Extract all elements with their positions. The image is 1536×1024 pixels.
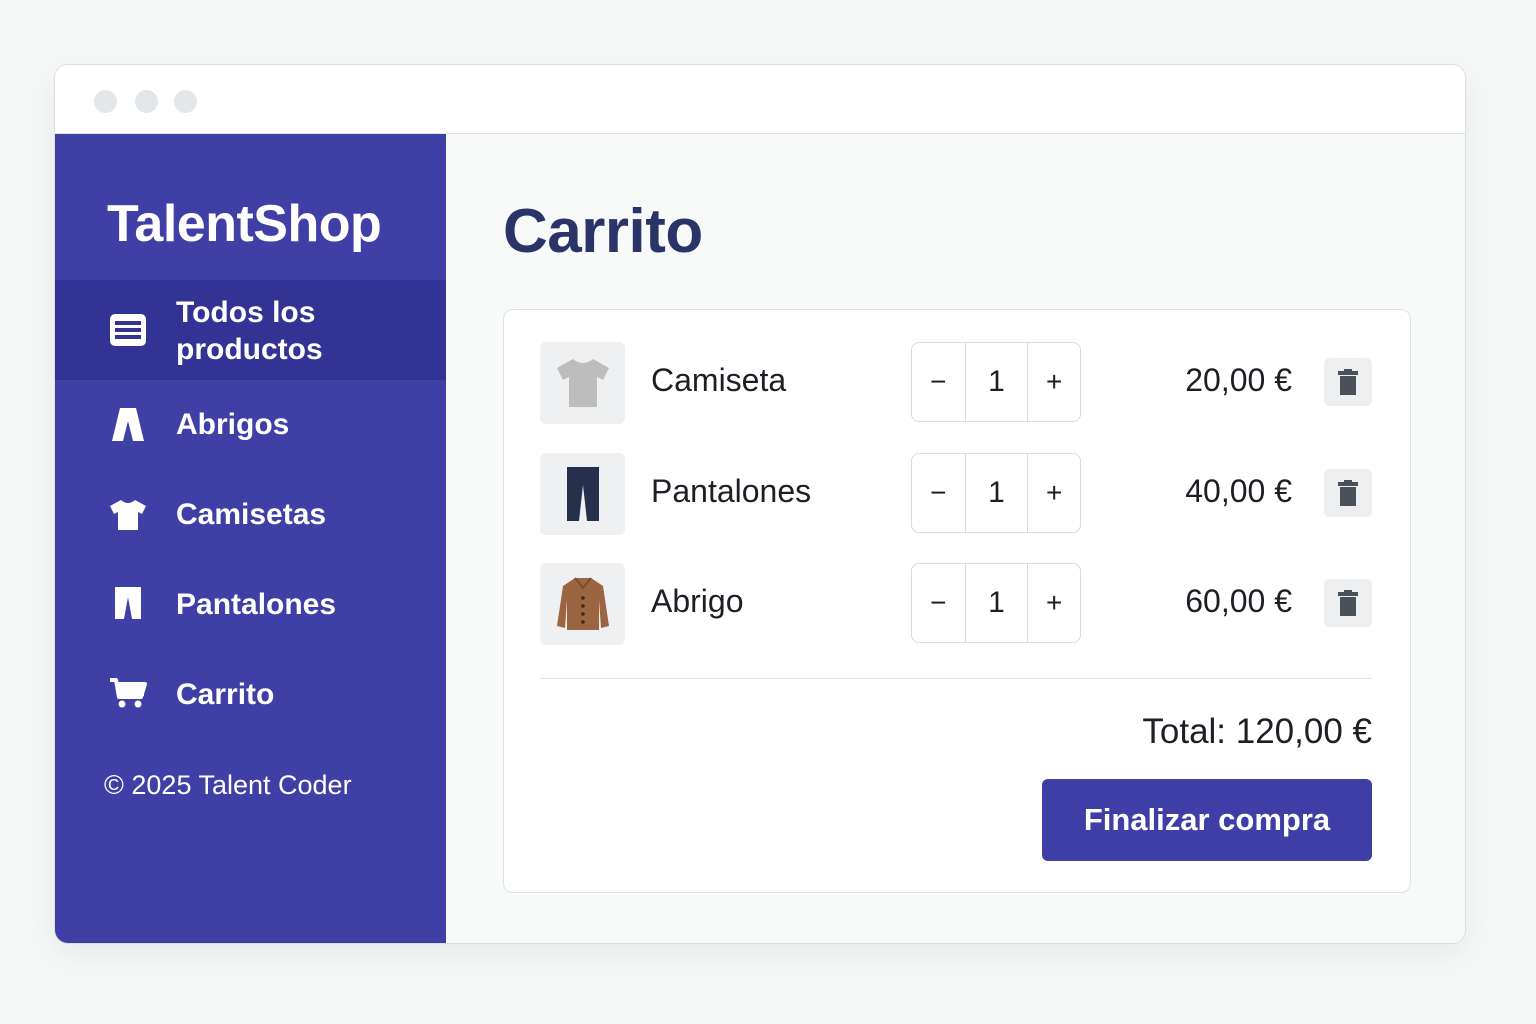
increment-button[interactable]: +	[1028, 454, 1080, 532]
quantity-value[interactable]: 1	[964, 343, 1029, 421]
sidebar-item-label: Pantalones	[176, 588, 337, 621]
product-price: 60,00 €	[1185, 583, 1292, 619]
increment-button[interactable]: +	[1028, 564, 1080, 642]
sidebar-item-abrigos[interactable]: Abrigos	[55, 380, 446, 470]
brand-logo[interactable]: TalentShop	[107, 194, 382, 254]
window-titlebar	[55, 65, 1465, 134]
cart-card: Camiseta − 1 + 20,00 € Pantalones − 1 + …	[503, 309, 1411, 893]
trash-icon	[1338, 480, 1358, 506]
cart-divider	[540, 678, 1372, 679]
sidebar-item-label-line1: Todos los	[176, 296, 316, 329]
browser-window: TalentShop Todos los productos Abrigos C…	[54, 64, 1466, 944]
sidebar-item-todos-los-productos[interactable]: Todos los productos	[55, 280, 446, 380]
product-price: 20,00 €	[1185, 362, 1292, 398]
quantity-value[interactable]: 1	[964, 564, 1029, 642]
sidebar-item-pantalones[interactable]: Pantalones	[55, 560, 446, 650]
sidebar-item-camisetas[interactable]: Camisetas	[55, 470, 446, 560]
checkout-button[interactable]: Finalizar compra	[1042, 779, 1372, 861]
quantity-stepper: − 1 +	[911, 453, 1081, 533]
product-name: Pantalones	[651, 473, 812, 509]
sidebar-item-label-line2: productos	[176, 333, 323, 366]
product-price: 40,00 €	[1185, 473, 1292, 509]
sidebar-item-label: Camisetas	[176, 498, 327, 531]
product-name: Camiseta	[651, 362, 787, 398]
sidebar-item-carrito[interactable]: Carrito	[55, 650, 446, 740]
coat-image	[540, 563, 625, 645]
tshirt-icon	[109, 496, 147, 534]
sidebar: TalentShop Todos los productos Abrigos C…	[55, 134, 446, 943]
cart-total: Total: 120,00 €	[1142, 712, 1372, 751]
delete-button[interactable]	[1324, 579, 1372, 627]
window-close-dot[interactable]	[94, 90, 117, 113]
window-minimize-dot[interactable]	[135, 90, 158, 113]
list-icon	[109, 311, 147, 349]
footer-copyright: © 2025 Talent Coder	[104, 770, 352, 800]
sidebar-item-label: Abrigos	[176, 408, 290, 441]
coat-icon	[109, 406, 147, 444]
tshirt-image	[540, 342, 625, 424]
decrement-button[interactable]: −	[912, 343, 965, 421]
cart-row: Camiseta − 1 + 20,00 €	[540, 342, 1372, 424]
sidebar-item-label: Todos los productos	[176, 294, 323, 368]
increment-button[interactable]: +	[1028, 343, 1080, 421]
decrement-button[interactable]: −	[912, 564, 965, 642]
pants-icon	[109, 584, 147, 622]
cart-row: Abrigo − 1 + 60,00 €	[540, 563, 1372, 645]
quantity-value[interactable]: 1	[964, 454, 1029, 532]
window-maximize-dot[interactable]	[174, 90, 197, 113]
quantity-stepper: − 1 +	[911, 342, 1081, 422]
decrement-button[interactable]: −	[912, 454, 965, 532]
product-name: Abrigo	[651, 583, 744, 619]
trash-icon	[1338, 369, 1358, 395]
cart-icon	[109, 674, 147, 712]
delete-button[interactable]	[1324, 358, 1372, 406]
main-content: Carrito Camiseta − 1 + 20,00 € Pantalone…	[446, 134, 1465, 943]
delete-button[interactable]	[1324, 469, 1372, 517]
pants-image	[540, 453, 625, 535]
page-title: Carrito	[503, 197, 703, 266]
quantity-stepper: − 1 +	[911, 563, 1081, 643]
trash-icon	[1338, 590, 1358, 616]
sidebar-item-label: Carrito	[176, 678, 275, 711]
cart-row: Pantalones − 1 + 40,00 €	[540, 453, 1372, 535]
